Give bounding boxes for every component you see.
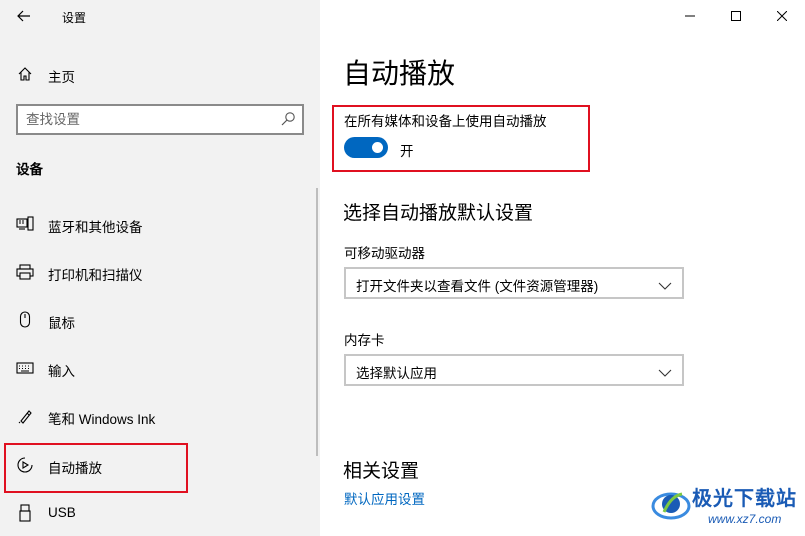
search-input[interactable] (26, 110, 266, 129)
select-value: 选择默认应用 (356, 366, 437, 381)
usb-icon (16, 504, 34, 522)
back-arrow-icon (17, 10, 30, 22)
sidebar-item-label: 输入 (48, 364, 75, 379)
sidebar-item-usb[interactable]: USB (0, 493, 320, 533)
watermark: 极光下载站 www.xz7.com (648, 478, 803, 534)
sidebar-item-label: USB (48, 505, 76, 520)
home-icon (17, 66, 33, 82)
highlight-box-autoplay (4, 443, 188, 493)
window-controls (667, 0, 805, 32)
default-apps-link[interactable]: 默认应用设置 (344, 488, 425, 508)
keyboard-icon (16, 360, 34, 376)
minimize-icon (685, 15, 695, 17)
page-title: 自动播放 (343, 58, 456, 89)
maximize-button[interactable] (713, 0, 759, 32)
mouse-icon (16, 311, 34, 328)
bluetooth-devices-icon (16, 216, 34, 232)
memory-card-label: 内存卡 (344, 333, 385, 348)
removable-drive-label: 可移动驱动器 (344, 246, 425, 261)
app-title: 设置 (62, 11, 87, 25)
maximize-icon (731, 11, 741, 21)
watermark-url: www.xz7.com (708, 512, 782, 526)
search-icon[interactable] (280, 111, 296, 127)
sidebar-item-typing[interactable]: 输入 (0, 348, 320, 388)
sidebar-item-label: 笔和 Windows Ink (48, 412, 156, 427)
removable-drive-select[interactable]: 打开文件夹以查看文件 (文件资源管理器) (344, 267, 684, 299)
sidebar-item-printers[interactable]: 打印机和扫描仪 (0, 252, 320, 292)
chevron-down-icon (658, 278, 672, 290)
minimize-button[interactable] (667, 0, 713, 32)
memory-card-select[interactable]: 选择默认应用 (344, 354, 684, 386)
autoplay-toggle-label: 在所有媒体和设备上使用自动播放 (344, 114, 547, 129)
search-box[interactable] (16, 104, 304, 135)
watermark-name: 极光下载站 (692, 488, 797, 510)
sidebar-item-home[interactable]: 主页 (0, 60, 320, 88)
autoplay-toggle[interactable] (344, 137, 388, 158)
sidebar-item-mouse[interactable]: 鼠标 (0, 300, 320, 340)
sidebar-item-bluetooth[interactable]: 蓝牙和其他设备 (0, 204, 320, 244)
select-value: 打开文件夹以查看文件 (文件资源管理器) (356, 279, 599, 294)
printer-icon (16, 264, 34, 280)
sidebar-item-label: 蓝牙和其他设备 (48, 220, 143, 235)
sidebar: 设置 主页 设备 蓝牙和其他设备 打印机和扫描仪 鼠标 输入 (0, 0, 320, 536)
related-settings-heading: 相关设置 (343, 461, 420, 482)
back-button[interactable] (12, 6, 36, 26)
sidebar-item-label: 打印机和扫描仪 (48, 268, 143, 283)
pen-icon (16, 408, 34, 424)
chevron-down-icon (658, 365, 672, 377)
sidebar-item-label: 鼠标 (48, 316, 75, 331)
toggle-knob (372, 142, 383, 153)
sidebar-item-label: 主页 (48, 70, 75, 85)
watermark-logo-icon (651, 492, 691, 520)
section-title: 设备 (16, 162, 43, 177)
close-button[interactable] (759, 0, 805, 32)
scrollbar[interactable] (316, 188, 318, 456)
sidebar-item-pen[interactable]: 笔和 Windows Ink (0, 396, 320, 436)
close-icon (777, 11, 787, 21)
defaults-heading: 选择自动播放默认设置 (343, 203, 534, 224)
toggle-state-text: 开 (400, 144, 414, 159)
